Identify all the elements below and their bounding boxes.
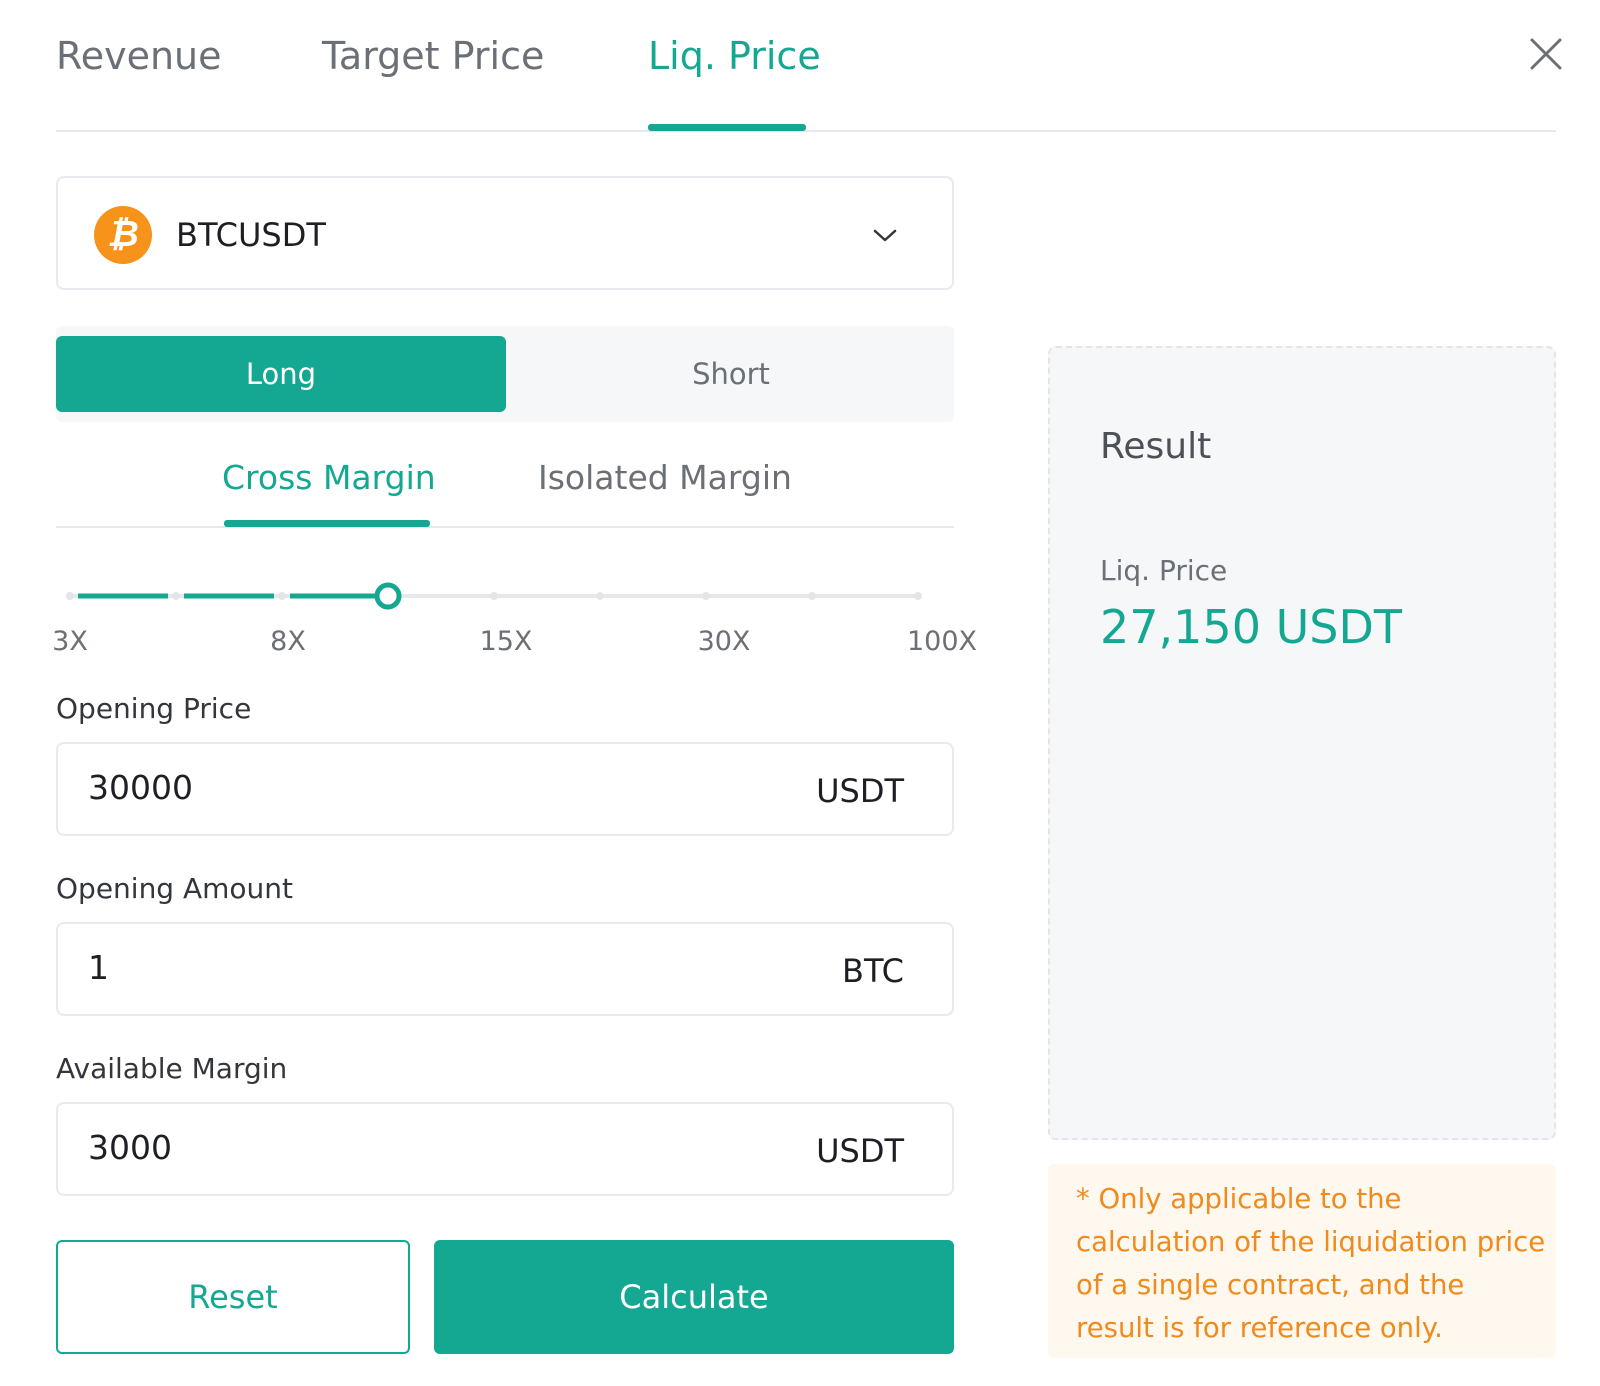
chevron-down-icon: [870, 220, 900, 250]
calculator-tabs: Revenue Target Price Liq. Price: [56, 0, 1556, 132]
close-icon[interactable]: [1528, 36, 1564, 72]
tab-target-price[interactable]: Target Price: [322, 34, 544, 78]
liq-price-value: 27,150 USDT: [1100, 600, 1402, 654]
available-margin-unit: USDT: [816, 1132, 904, 1170]
opening-price-value: 30000: [88, 768, 193, 807]
available-margin-label: Available Margin: [56, 1052, 288, 1085]
margin-mode-tabs: Cross Margin Isolated Margin: [56, 430, 954, 528]
result-panel: Result Liq. Price 27,150 USDT: [1048, 346, 1556, 1140]
tab-revenue[interactable]: Revenue: [56, 34, 222, 78]
long-button[interactable]: Long: [56, 336, 506, 412]
leverage-tick-label: 30X: [697, 626, 751, 657]
result-label: Liq. Price: [1100, 554, 1228, 587]
leverage-tick-label: 15X: [479, 626, 533, 657]
pair-symbol: BTCUSDT: [176, 216, 326, 254]
tab-liq-price[interactable]: Liq. Price: [648, 34, 821, 78]
opening-amount-field[interactable]: 1 BTC: [56, 922, 954, 1016]
reset-button[interactable]: Reset: [56, 1240, 410, 1354]
slider-step-dot: [278, 592, 286, 600]
tab-isolated-margin[interactable]: Isolated Margin: [538, 458, 792, 497]
slider-step-dot: [914, 592, 922, 600]
opening-price-label: Opening Price: [56, 692, 252, 725]
side-toggle: Long Short: [56, 326, 954, 422]
calculate-button[interactable]: Calculate: [434, 1240, 954, 1354]
opening-amount-value: 1: [88, 948, 109, 987]
slider-step-dot: [596, 592, 604, 600]
slider-step-dot: [66, 592, 74, 600]
available-margin-field[interactable]: 3000 USDT: [56, 1102, 954, 1196]
leverage-track[interactable]: [56, 576, 954, 616]
opening-amount-unit: BTC: [842, 952, 904, 990]
slider-handle[interactable]: [374, 582, 402, 610]
short-button[interactable]: Short: [506, 336, 956, 412]
slider-step-dot: [490, 592, 498, 600]
leverage-tick-label: 8X: [270, 626, 306, 657]
slider-step-dot: [808, 592, 816, 600]
slider-step-dot: [172, 592, 180, 600]
bitcoin-icon: ₿: [94, 206, 152, 264]
disclaimer-text: * Only applicable to the calculation of …: [1076, 1183, 1546, 1344]
available-margin-value: 3000: [88, 1128, 172, 1167]
opening-price-unit: USDT: [816, 772, 904, 810]
active-tab-indicator: [648, 124, 806, 131]
result-title: Result: [1100, 426, 1212, 467]
margin-tab-indicator: [224, 520, 430, 527]
leverage-slider[interactable]: 3X 8X 15X 30X 100X: [52, 576, 977, 666]
opening-amount-label: Opening Amount: [56, 872, 294, 905]
tab-cross-margin[interactable]: Cross Margin: [222, 458, 436, 497]
opening-price-field[interactable]: 30000 USDT: [56, 742, 954, 836]
slider-step-dot: [702, 592, 710, 600]
leverage-tick-label: 100X: [906, 626, 978, 657]
disclaimer-note: * Only applicable to the calculation of …: [1048, 1164, 1556, 1358]
pair-select[interactable]: ₿ BTCUSDT: [56, 176, 954, 290]
leverage-tick-label: 3X: [52, 626, 88, 657]
